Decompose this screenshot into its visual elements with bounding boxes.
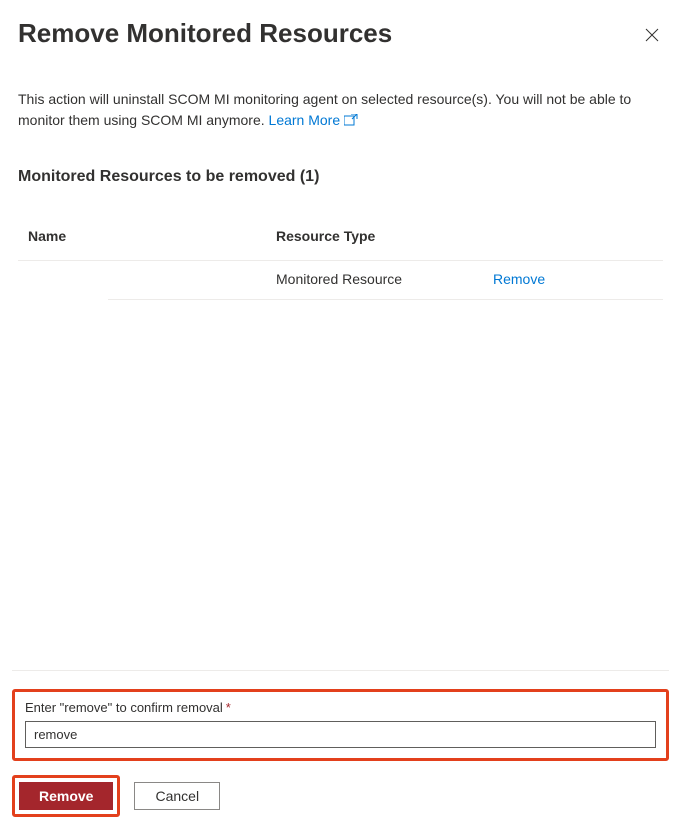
section-title: Monitored Resources to be removed (1): [18, 168, 663, 186]
required-indicator: *: [226, 700, 231, 715]
cancel-button[interactable]: Cancel: [134, 782, 220, 810]
table-row: Monitored Resource Remove: [108, 261, 663, 300]
table-header: Name Resource Type: [18, 216, 663, 261]
external-link-icon: [344, 111, 358, 132]
divider: [12, 670, 669, 671]
remove-highlight-box: Remove: [12, 775, 120, 817]
resources-table: Name Resource Type Monitored Resource Re…: [18, 216, 663, 300]
close-icon: [645, 28, 659, 45]
row-remove-link[interactable]: Remove: [493, 271, 545, 287]
dialog-title: Remove Monitored Resources: [18, 18, 392, 49]
remove-button[interactable]: Remove: [19, 782, 113, 810]
column-header-name: Name: [28, 228, 276, 244]
close-button[interactable]: [641, 24, 663, 49]
confirm-input[interactable]: [25, 721, 656, 748]
confirm-highlight-box: Enter "remove" to confirm removal*: [12, 689, 669, 761]
cell-name: [118, 271, 276, 289]
dialog-description: This action will uninstall SCOM MI monit…: [18, 89, 663, 132]
column-header-type: Resource Type: [276, 228, 493, 244]
cell-type: Monitored Resource: [276, 271, 493, 289]
confirm-label: Enter "remove" to confirm removal*: [25, 700, 656, 715]
learn-more-link[interactable]: Learn More: [269, 112, 359, 128]
